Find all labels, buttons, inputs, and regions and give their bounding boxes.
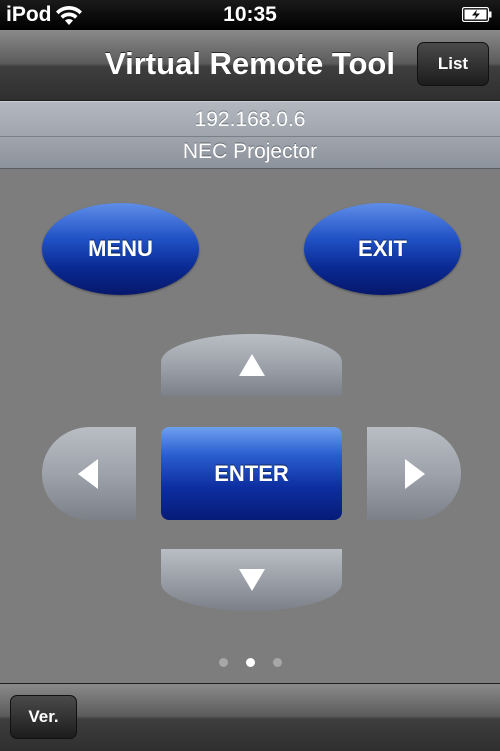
arrow-down-icon — [238, 569, 265, 591]
page-dot-active[interactable] — [245, 658, 255, 667]
page-control[interactable] — [0, 658, 500, 667]
info-divider — [0, 136, 500, 137]
arrow-right-icon — [405, 458, 425, 489]
navigation-bar: Virtual Remote Tool List — [0, 30, 500, 101]
list-button[interactable]: List — [417, 42, 489, 86]
version-button[interactable]: Ver. — [10, 695, 77, 739]
device-ip: 192.168.0.6 — [194, 108, 306, 131]
up-button[interactable] — [161, 334, 342, 396]
status-bar: iPod 10:35 — [0, 0, 500, 30]
device-info-bar: 192.168.0.6 NEC Projector — [0, 101, 500, 169]
left-button[interactable] — [42, 427, 136, 520]
exit-button[interactable]: EXIT — [304, 203, 461, 295]
right-button[interactable] — [367, 427, 461, 520]
battery-charging-icon — [462, 7, 492, 22]
device-name: NEC Projector — [182, 140, 318, 163]
down-button[interactable] — [161, 549, 342, 611]
page-dot[interactable] — [272, 658, 282, 667]
menu-button[interactable]: MENU — [42, 203, 199, 295]
bottom-toolbar: Ver. — [0, 683, 500, 751]
enter-button[interactable]: ENTER — [161, 427, 342, 520]
arrow-up-icon — [238, 354, 265, 376]
status-time: 10:35 — [223, 3, 277, 26]
arrow-left-icon — [78, 458, 98, 489]
page-dot[interactable] — [218, 658, 228, 667]
